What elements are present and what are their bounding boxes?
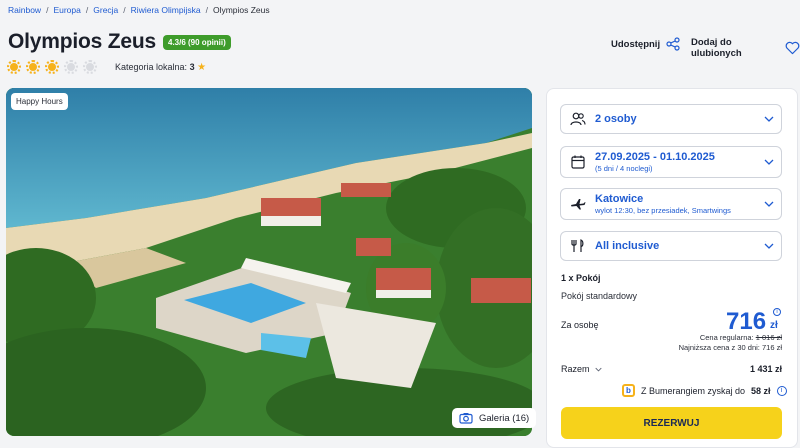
local-category-value: 3: [189, 62, 195, 72]
breadcrumb-separator: /: [46, 5, 49, 15]
favorite-label: Dodaj do ulubionych: [691, 37, 742, 59]
board-select[interactable]: All inclusive: [560, 231, 782, 261]
plane-icon: [571, 199, 586, 210]
camera-icon: [459, 413, 473, 424]
chevron-down-icon: [764, 201, 774, 207]
share-label: Udostępnij: [611, 38, 661, 50]
room-type: Pokój standardowy: [561, 291, 638, 301]
info-icon[interactable]: i: [773, 308, 781, 316]
bumerang-text: Z Bumerangiem zyskaj do: [641, 385, 746, 396]
chevron-down-icon: [764, 116, 774, 122]
price-currency: zł: [770, 320, 778, 331]
bumerang-logo: b: [622, 384, 635, 397]
sun-icon: [45, 60, 59, 74]
rating-badge[interactable]: 4.3/6 (90 opinii): [163, 35, 231, 50]
breadcrumb-separator: /: [85, 5, 89, 15]
share-button[interactable]: Udostępnij: [611, 37, 680, 51]
sun-icon: [26, 60, 40, 74]
breadcrumb-riwiera[interactable]: Riwiera Olimpijska: [131, 5, 201, 15]
breadcrumb-separator: /: [123, 5, 126, 15]
regular-price-value: 1 016 zł: [755, 333, 782, 342]
gallery-label: Galeria (16): [479, 412, 530, 424]
flight-select[interactable]: Katowice wylot 12:30, bez przesiadek, Sm…: [560, 188, 782, 220]
hotel-title: Olympios Zeus: [8, 30, 156, 53]
sun-icon: [7, 60, 21, 74]
bumerang-info: b Z Bumerangiem zyskaj do 58 zł i: [622, 384, 787, 397]
breadcrumb-grecja[interactable]: Grecja: [93, 5, 118, 15]
total-toggle[interactable]: Razem: [561, 364, 602, 374]
share-icon: [666, 37, 680, 51]
chevron-down-icon: [764, 159, 774, 165]
calendar-icon: [571, 155, 585, 169]
persons-value: 2 osoby: [595, 113, 637, 125]
breadcrumb-separator: /: [205, 5, 208, 15]
dates-duration: (5 dni / 4 noclegi): [595, 164, 653, 173]
local-category-label: Kategoria lokalna:: [115, 62, 188, 72]
breadcrumb-current: Olympios Zeus: [212, 5, 270, 15]
sun-rating: [7, 60, 97, 74]
gallery-button[interactable]: Galeria (16): [452, 408, 537, 428]
breadcrumb-europa[interactable]: Europa: [53, 5, 80, 15]
heart-icon: [785, 41, 800, 55]
regular-price: Cena regularna: 1 016 zł: [700, 333, 782, 342]
total-value: 1 431 zł: [749, 364, 782, 374]
bumerang-value: 58 zł: [751, 385, 771, 396]
lowest-price: Najniższa cena z 30 dni: 716 zł: [678, 343, 782, 352]
local-category: Kategoria lokalna: 3 ★: [115, 62, 206, 73]
flight-details: wylot 12:30, bez przesiadek, Smartwings: [595, 206, 731, 215]
dates-value: 27.09.2025 - 01.10.2025: [595, 151, 715, 163]
chevron-down-icon: [764, 243, 774, 249]
chevron-down-icon: [594, 367, 602, 372]
breadcrumb: Rainbow / Europa / Grecja / Riwiera Olimpij…: [8, 5, 270, 15]
per-person-label: Za osobę: [561, 320, 599, 330]
star-icon: ★: [197, 62, 207, 73]
happy-hours-badge: Happy Hours: [11, 93, 68, 110]
flight-departure: Katowice: [595, 193, 644, 205]
hotel-photo[interactable]: [6, 88, 532, 436]
dates-select[interactable]: 27.09.2025 - 01.10.2025 (5 dni / 4 nocle…: [560, 146, 782, 178]
persons-select[interactable]: 2 osoby: [560, 104, 782, 134]
board-value: All inclusive: [595, 240, 660, 252]
reserve-button[interactable]: REZERWUJ: [561, 407, 782, 439]
breadcrumb-rainbow[interactable]: Rainbow: [8, 5, 41, 15]
persons-icon: [570, 112, 586, 126]
sun-icon-empty: [83, 60, 97, 74]
cutlery-icon: [571, 239, 584, 252]
sun-icon-empty: [64, 60, 78, 74]
price-value: 716: [726, 308, 767, 335]
room-count: 1 x Pokój: [561, 273, 601, 283]
total-label: Razem: [561, 364, 590, 374]
info-icon[interactable]: i: [776, 385, 787, 396]
favorite-button[interactable]: Dodaj do ulubionych: [691, 37, 800, 59]
regular-price-label: Cena regularna:: [699, 333, 754, 342]
